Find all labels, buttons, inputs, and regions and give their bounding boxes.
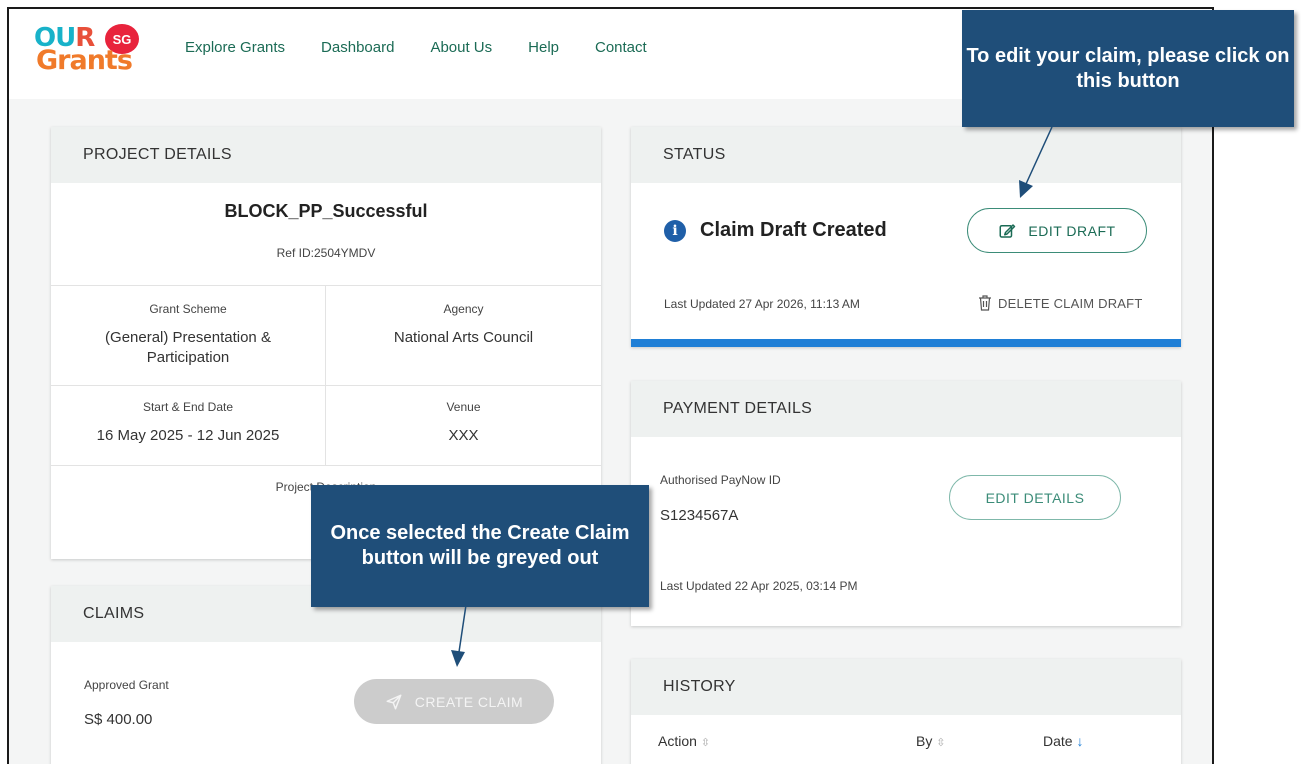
status-indicator: i Claim Draft Created bbox=[664, 219, 887, 242]
status-last-updated: Last Updated 27 Apr 2026, 11:13 AM bbox=[664, 297, 860, 311]
create-claim-button[interactable]: CREATE CLAIM bbox=[354, 679, 554, 724]
venue-label: Venue bbox=[446, 400, 481, 414]
payment-details-header: PAYMENT DETAILS bbox=[631, 381, 1181, 437]
create-claim-label: CREATE CLAIM bbox=[414, 693, 524, 710]
payment-last-updated: Last Updated 22 Apr 2025, 03:14 PM bbox=[660, 579, 858, 593]
delete-claim-draft-button[interactable]: DELETE CLAIM DRAFT bbox=[978, 295, 1142, 311]
status-card: STATUS i Claim Draft Created EDIT DRAFT … bbox=[631, 127, 1181, 347]
send-icon bbox=[385, 693, 403, 711]
grant-scheme-cell: Grant Scheme (General) Presentation & Pa… bbox=[51, 302, 325, 368]
create-claim-callout: Once selected the Create Claim button wi… bbox=[311, 485, 649, 607]
history-col-action[interactable]: Action ⇳ bbox=[658, 733, 710, 749]
dates-value: 16 May 2025 - 12 Jun 2025 bbox=[96, 427, 280, 444]
grant-agency-row: Grant Scheme (General) Presentation & Pa… bbox=[51, 285, 601, 386]
approved-grant-label: Approved Grant bbox=[84, 678, 169, 692]
edit-details-button[interactable]: EDIT DETAILS bbox=[949, 475, 1121, 520]
nav-dashboard[interactable]: Dashboard bbox=[321, 39, 394, 56]
status-header: STATUS bbox=[631, 127, 1181, 183]
edit-draft-button[interactable]: EDIT DRAFT bbox=[967, 208, 1147, 253]
dates-cell: Start & End Date 16 May 2025 - 12 Jun 20… bbox=[51, 400, 325, 446]
grant-scheme-value: (General) Presentation & Participation bbox=[105, 329, 271, 366]
project-details-header: PROJECT DETAILS bbox=[51, 127, 601, 183]
history-col-date-label: Date bbox=[1043, 733, 1073, 749]
date-venue-row: Start & End Date 16 May 2025 - 12 Jun 20… bbox=[51, 385, 601, 466]
sort-icon: ⇳ bbox=[700, 737, 711, 749]
logo-text-grants: Grants bbox=[36, 45, 133, 76]
history-col-date[interactable]: Date ↓ bbox=[1043, 733, 1083, 749]
edit-draft-label: EDIT DRAFT bbox=[1028, 222, 1116, 239]
venue-cell: Venue XXX bbox=[326, 400, 601, 446]
history-col-by[interactable]: By ⇳ bbox=[916, 733, 945, 749]
status-progress-bar bbox=[631, 339, 1181, 347]
main-nav: Explore Grants Dashboard About Us Help C… bbox=[185, 39, 683, 56]
claims-card: CLAIMS Approved Grant S$ 400.00 CREATE C… bbox=[51, 586, 601, 764]
edit-claim-callout: To edit your claim, please click on this… bbox=[962, 10, 1294, 127]
ourgrants-logo[interactable]: OUR SG Grants bbox=[34, 23, 154, 83]
approved-grant-value: S$ 400.00 bbox=[84, 711, 153, 728]
project-title: BLOCK_PP_Successful bbox=[224, 201, 428, 221]
nav-help[interactable]: Help bbox=[528, 39, 559, 56]
dates-label: Start & End Date bbox=[142, 400, 234, 414]
info-icon: i bbox=[664, 219, 686, 242]
divider bbox=[325, 286, 326, 386]
grant-scheme-label: Grant Scheme bbox=[149, 302, 227, 316]
agency-cell: Agency National Arts Council bbox=[326, 302, 601, 348]
history-col-by-label: By bbox=[916, 733, 933, 749]
nav-about-us[interactable]: About Us bbox=[430, 39, 492, 56]
venue-value: XXX bbox=[448, 427, 479, 444]
nav-contact[interactable]: Contact bbox=[595, 39, 647, 56]
payment-details-card: PAYMENT DETAILS Authorised PayNow ID S12… bbox=[631, 381, 1181, 626]
sort-down-icon: ↓ bbox=[1076, 733, 1084, 749]
agency-label: Agency bbox=[443, 302, 484, 316]
divider bbox=[325, 386, 326, 466]
sort-icon: ⇳ bbox=[936, 737, 946, 749]
history-col-action-label: Action bbox=[658, 733, 697, 749]
trash-icon bbox=[978, 295, 992, 311]
history-header: HISTORY bbox=[631, 659, 1181, 715]
status-text: Claim Draft Created bbox=[700, 219, 887, 241]
edit-icon bbox=[998, 222, 1016, 240]
paynow-label: Authorised PayNow ID bbox=[660, 473, 781, 487]
project-ref-id: Ref ID:2504YMDV bbox=[276, 246, 376, 260]
paynow-value: S1234567A bbox=[660, 507, 739, 524]
agency-value: National Arts Council bbox=[393, 329, 534, 346]
delete-claim-draft-label: DELETE CLAIM DRAFT bbox=[998, 295, 1143, 311]
nav-explore-grants[interactable]: Explore Grants bbox=[185, 39, 285, 56]
history-card: HISTORY Action ⇳ By ⇳ Date ↓ bbox=[631, 659, 1181, 764]
